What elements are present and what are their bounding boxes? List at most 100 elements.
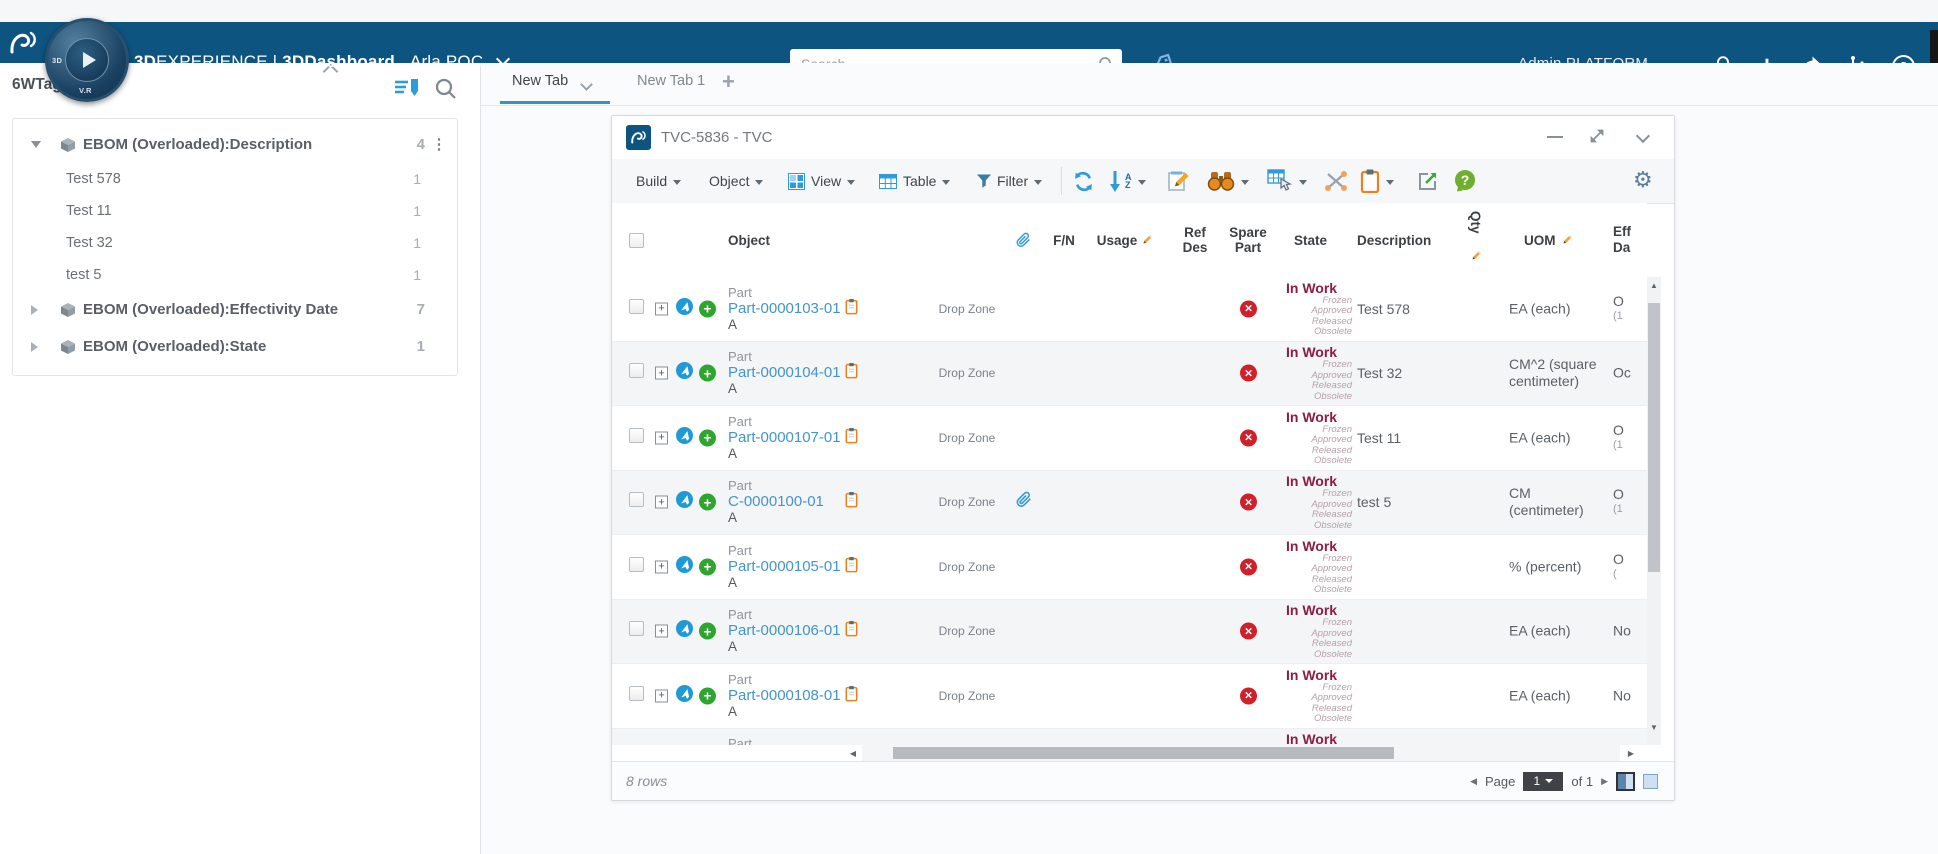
object-link[interactable]: C-0000100-01 — [728, 494, 846, 510]
tag-item-row[interactable]: Test 11 1 — [13, 195, 457, 227]
expand-toggle-icon[interactable] — [655, 496, 668, 509]
row-checkbox[interactable] — [629, 686, 644, 706]
tag-item-row[interactable]: test 5 1 — [13, 259, 457, 291]
col-uom[interactable]: UOM — [1524, 203, 1573, 277]
view-mode-single-icon[interactable] — [1616, 772, 1635, 791]
vertical-scrollbar-thumb[interactable] — [1648, 303, 1660, 572]
add-icon[interactable] — [699, 429, 716, 446]
widget-chevron-down-icon[interactable] — [1636, 129, 1650, 143]
col-fn[interactable]: F/N — [1039, 203, 1089, 277]
add-tab-button[interactable]: + — [722, 69, 735, 95]
scroll-down-icon[interactable] — [1647, 719, 1661, 735]
menu-build[interactable]: Build — [636, 159, 681, 203]
navigate-icon[interactable] — [676, 427, 693, 449]
clipboard-icon-toolbar[interactable] — [1360, 159, 1394, 203]
object-link[interactable]: Part-0000107-01 — [728, 430, 846, 446]
navigate-icon[interactable] — [676, 685, 693, 707]
row-checkbox[interactable] — [629, 621, 644, 641]
col-qty[interactable]: Qty — [1468, 211, 1483, 234]
col-refdes[interactable]: Ref Des — [1172, 203, 1218, 277]
clipboard-icon[interactable] — [845, 427, 858, 448]
expand-toggle-icon[interactable] — [655, 367, 668, 380]
drop-zone[interactable]: Drop Zone — [922, 302, 1012, 316]
tab-new-tab-1[interactable]: New Tab 1 — [637, 73, 705, 89]
clipboard-icon[interactable] — [845, 685, 858, 706]
scroll-right-icon[interactable] — [1624, 745, 1638, 761]
expand-toggle-icon[interactable] — [655, 689, 668, 702]
add-icon[interactable] — [699, 365, 716, 382]
clipboard-icon[interactable] — [845, 492, 858, 513]
drop-zone[interactable]: Drop Zone — [922, 689, 1012, 703]
row-checkbox[interactable] — [629, 428, 644, 448]
expand-toggle-icon[interactable] — [655, 560, 668, 573]
menu-table[interactable]: Table — [879, 159, 950, 203]
horizontal-scrollbar-thumb[interactable] — [893, 747, 1394, 759]
col-eff-date[interactable]: Eff Da — [1613, 203, 1641, 277]
add-icon[interactable] — [699, 558, 716, 575]
expand-toggle-icon[interactable] — [655, 302, 668, 315]
object-link[interactable]: Part-0000105-01 — [728, 559, 846, 575]
group-chevron-icon[interactable] — [31, 141, 43, 148]
maximize-icon[interactable] — [1589, 128, 1605, 149]
drop-zone[interactable]: Drop Zone — [922, 431, 1012, 445]
col-usage[interactable]: Usage — [1092, 203, 1158, 277]
col-spare-part[interactable]: Spare Part — [1224, 203, 1272, 277]
menu-object[interactable]: Object — [709, 159, 763, 203]
refresh-icon[interactable] — [1071, 159, 1096, 203]
tab-new-tab[interactable]: New Tab — [512, 73, 568, 89]
col-state[interactable]: State — [1294, 203, 1327, 277]
drop-zone[interactable]: Drop Zone — [922, 366, 1012, 380]
navigate-icon[interactable] — [676, 298, 693, 320]
sort-icon[interactable]: AZ — [1109, 159, 1146, 203]
col-description[interactable]: Description — [1357, 203, 1431, 277]
navigate-icon[interactable] — [676, 556, 693, 578]
navigate-icon[interactable] — [676, 491, 693, 513]
tag-group-row[interactable]: EBOM (Overloaded):Description 4 — [13, 126, 457, 163]
object-link[interactable]: Part-0000106-01 — [728, 623, 846, 639]
page-select[interactable]: 1 — [1523, 772, 1563, 791]
group-chevron-icon[interactable] — [31, 342, 43, 352]
view-mode-split-icon[interactable] — [1643, 774, 1658, 789]
menu-filter[interactable]: Filter — [976, 159, 1042, 203]
select-all-checkbox[interactable] — [629, 203, 644, 277]
add-icon[interactable] — [699, 623, 716, 640]
navigate-icon[interactable] — [676, 620, 693, 642]
menu-view[interactable]: View — [788, 159, 855, 203]
row-checkbox[interactable] — [629, 363, 644, 383]
help-bubble-icon[interactable]: ? — [1453, 159, 1477, 203]
tag-group-row[interactable]: EBOM (Overloaded):State 1 — [13, 328, 457, 365]
scroll-up-icon[interactable] — [1647, 277, 1661, 293]
find-binoculars-icon[interactable] — [1207, 159, 1249, 203]
navigate-icon[interactable] — [676, 362, 693, 384]
clipboard-icon[interactable] — [845, 556, 858, 577]
sidebar-search-icon[interactable] — [432, 75, 460, 103]
expand-toggle-icon[interactable] — [655, 431, 668, 444]
drop-zone[interactable]: Drop Zone — [922, 624, 1012, 638]
scroll-left-icon[interactable] — [846, 745, 860, 761]
clipboard-icon[interactable] — [845, 363, 858, 384]
vertical-scrollbar[interactable] — [1647, 277, 1661, 745]
settings-gear-icon[interactable] — [1633, 168, 1653, 192]
minimize-icon[interactable] — [1547, 136, 1563, 138]
drop-zone[interactable]: Drop Zone — [922, 495, 1012, 509]
col-attachment-paperclip-icon[interactable] — [1016, 203, 1031, 277]
disconnect-icon[interactable] — [1323, 159, 1349, 203]
col-object[interactable]: Object — [728, 203, 770, 277]
tag-item-row[interactable]: Test 32 1 — [13, 227, 457, 259]
paperclip-icon[interactable] — [1016, 491, 1032, 513]
object-link[interactable]: Part-0000108-01 — [728, 688, 846, 704]
object-link[interactable]: Part-0000103-01 — [728, 301, 846, 317]
column-select-icon[interactable] — [1267, 159, 1307, 203]
object-link[interactable]: Part-0000104-01 — [728, 365, 846, 381]
add-icon[interactable] — [699, 494, 716, 511]
clipboard-icon[interactable] — [845, 621, 858, 642]
compass-menu[interactable]: 3D V.R — [45, 18, 129, 102]
row-checkbox[interactable] — [629, 557, 644, 577]
add-icon[interactable] — [699, 687, 716, 704]
tag-item-row[interactable]: Test 578 1 — [13, 163, 457, 195]
prev-page-icon[interactable] — [1470, 776, 1477, 787]
expand-toggle-icon[interactable] — [655, 625, 668, 638]
clipboard-icon[interactable] — [845, 298, 858, 319]
next-page-icon[interactable] — [1601, 776, 1608, 787]
context-chevron-down-icon[interactable] — [496, 52, 510, 66]
